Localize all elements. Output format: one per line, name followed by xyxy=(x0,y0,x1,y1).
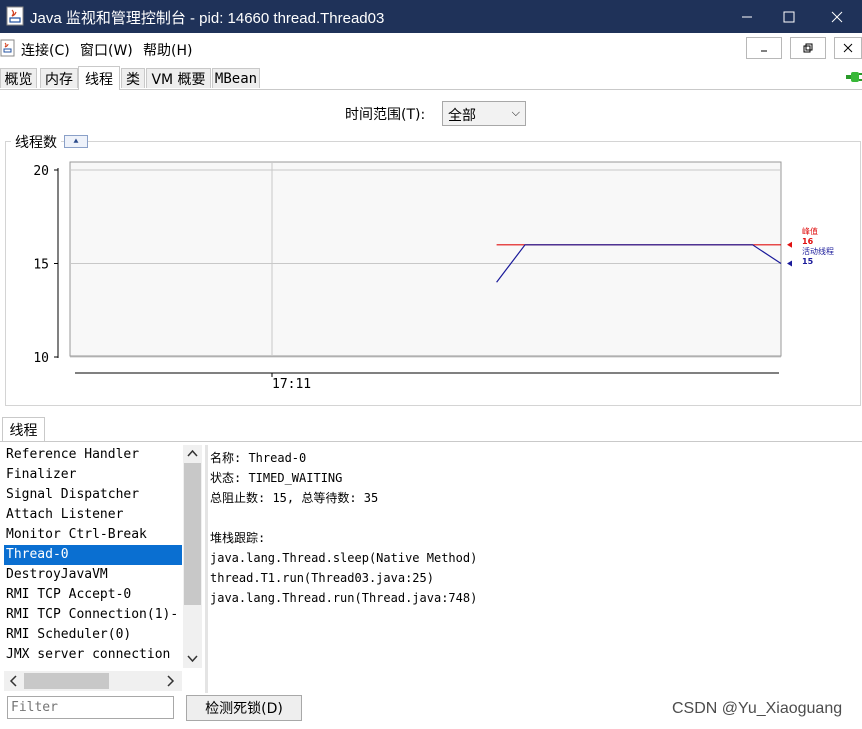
split-divider[interactable] xyxy=(205,445,208,693)
thread-state: 状态: TIMED_WAITING xyxy=(210,471,343,485)
thread-list-item[interactable]: JMX server connection xyxy=(4,645,182,665)
divider xyxy=(0,441,862,442)
thread-list-item[interactable]: Monitor Ctrl-Break xyxy=(4,525,182,545)
thread-list-item[interactable]: Reference Handler xyxy=(4,445,182,465)
tab-memory[interactable]: 内存 xyxy=(40,68,78,88)
menu-help[interactable]: 帮助(H) xyxy=(143,40,192,60)
window-title: Java 监视和管理控制台 - pid: 14660 thread.Thread… xyxy=(30,10,385,27)
plug-connected-icon xyxy=(846,72,862,82)
thread-list-item[interactable]: DestroyJavaVM xyxy=(4,565,182,585)
tab-classes[interactable]: 类 xyxy=(121,68,145,88)
chevron-up-icon[interactable] xyxy=(187,448,198,458)
filter-input[interactable] xyxy=(7,696,174,719)
detect-deadlock-button[interactable]: 检测死锁(D) xyxy=(186,695,302,721)
legend-value: 16 xyxy=(802,237,814,246)
stack-frame: thread.T1.run(Thread03.java:25) xyxy=(210,571,434,585)
threads-subtab[interactable]: 线程 xyxy=(2,417,45,442)
java-doc-icon xyxy=(0,39,15,57)
stack-frame: java.lang.Thread.sleep(Native Method) xyxy=(210,551,478,565)
x-tick-label: 17:11 xyxy=(272,377,311,392)
menu-window[interactable]: 窗口(W) xyxy=(80,40,133,60)
legend-value: 15 xyxy=(802,257,814,266)
thread-details: 名称: Thread-0 状态: TIMED_WAITING 总阻止数: 15,… xyxy=(210,448,477,608)
chevron-left-icon[interactable] xyxy=(8,675,18,687)
thread-list-vertical-scrollbar[interactable] xyxy=(183,445,202,668)
watermark: CSDN @Yu_Xiaoguang xyxy=(672,700,843,717)
minimize-button[interactable] xyxy=(724,0,770,33)
time-range-value: 全部 xyxy=(448,108,476,124)
maximize-button[interactable] xyxy=(766,0,812,33)
close-icon xyxy=(843,43,853,53)
title-bar: Java 监视和管理控制台 - pid: 14660 thread.Thread… xyxy=(0,0,862,33)
close-button[interactable] xyxy=(814,0,860,33)
thread-list-item[interactable]: Signal Dispatcher xyxy=(4,485,182,505)
scrollbar-thumb[interactable] xyxy=(184,463,201,605)
scrollbar-thumb[interactable] xyxy=(24,673,109,689)
thread-list[interactable]: Reference Handler Finalizer Signal Dispatc… xyxy=(4,445,182,668)
tab-threads[interactable]: 线程 xyxy=(78,66,120,90)
minimize-icon xyxy=(761,50,767,52)
inner-minimize-button[interactable] xyxy=(746,37,782,59)
inner-restore-button[interactable] xyxy=(790,37,826,59)
chevron-right-icon[interactable] xyxy=(166,675,176,687)
time-range-label: 时间范围(T): xyxy=(345,107,426,123)
close-icon xyxy=(831,11,843,22)
series-marker xyxy=(787,260,792,267)
stack-trace-header: 堆栈跟踪: xyxy=(210,531,266,545)
maximize-icon xyxy=(783,11,795,22)
thread-list-item[interactable]: Finalizer xyxy=(4,465,182,485)
thread-list-item[interactable]: RMI TCP Accept-0 xyxy=(4,585,182,605)
series-marker xyxy=(787,241,792,248)
java-app-icon xyxy=(6,6,24,26)
thread-counts: 总阻止数: 15, 总等待数: 35 xyxy=(210,491,379,505)
plot-area xyxy=(69,161,782,357)
y-tick-label: 15 xyxy=(33,258,49,273)
chevron-down-icon[interactable] xyxy=(187,654,198,664)
thread-list-item[interactable]: Attach Listener xyxy=(4,505,182,525)
menu-connection[interactable]: 连接(C) xyxy=(21,40,70,60)
chevron-down-icon: ⌵ xyxy=(511,106,520,119)
thread-list-horizontal-scrollbar[interactable] xyxy=(4,671,182,691)
collapse-button[interactable]: ⯅ xyxy=(64,135,88,148)
y-tick-label: 10 xyxy=(33,351,49,366)
legend-name: 峰值 xyxy=(802,226,818,236)
thread-name: 名称: Thread-0 xyxy=(210,451,307,465)
thread-list-item[interactable]: Thread-0 xyxy=(4,545,182,565)
menu-bar: 连接(C) 窗口(W) 帮助(H) xyxy=(0,33,862,63)
time-range-select[interactable]: 全部 ⌵ xyxy=(442,101,526,126)
tab-strip: 概览 内存 线程 类 VM 概要 MBean xyxy=(0,66,862,90)
tab-mbean[interactable]: MBean xyxy=(212,68,260,88)
legend-name: 活动线程 xyxy=(802,246,834,256)
collapse-up-icon: ⯅ xyxy=(72,136,80,147)
thread-count-chart: 201510 17:11 峰值16活动线程15 xyxy=(33,161,834,392)
chart-title: 线程数 xyxy=(11,132,61,152)
tab-vm-summary[interactable]: VM 概要 xyxy=(146,68,211,88)
minimize-icon xyxy=(742,16,752,17)
stack-frame: java.lang.Thread.run(Thread.java:748) xyxy=(210,591,478,605)
inner-close-button[interactable] xyxy=(834,37,862,59)
y-tick-label: 20 xyxy=(33,164,49,179)
restore-icon xyxy=(803,43,813,53)
thread-list-item[interactable]: RMI Scheduler(0) xyxy=(4,625,182,645)
tab-overview[interactable]: 概览 xyxy=(0,68,37,88)
thread-list-item[interactable]: RMI TCP Connection(1)- xyxy=(4,605,182,625)
